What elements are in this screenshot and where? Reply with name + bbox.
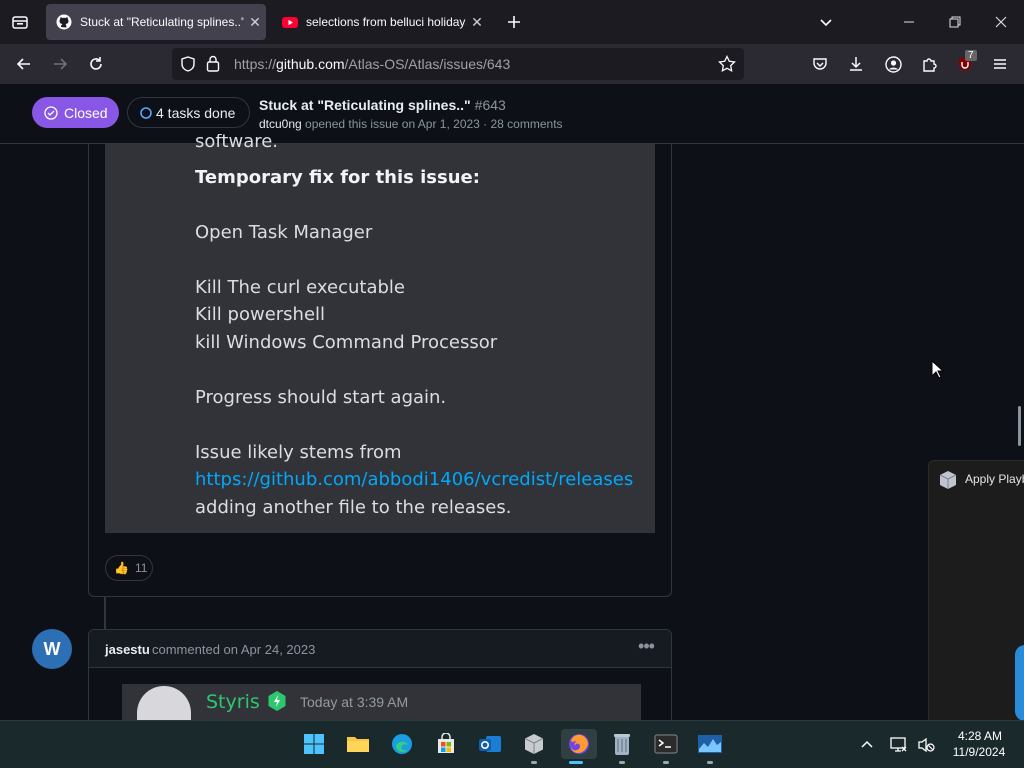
- tab-list-icon[interactable]: [4, 6, 36, 38]
- edge-icon[interactable]: [387, 729, 417, 759]
- ublock-icon[interactable]: 7: [949, 48, 981, 80]
- reaction-count: 11: [134, 561, 148, 575]
- running-indicator: [707, 761, 713, 764]
- closed-label: Closed: [64, 104, 108, 121]
- account-icon[interactable]: [877, 48, 909, 80]
- bookmark-star-icon[interactable]: [718, 55, 736, 73]
- network-icon[interactable]: [890, 737, 908, 753]
- back-icon[interactable]: [8, 48, 40, 80]
- start-icon[interactable]: [299, 729, 329, 759]
- quote-progress: Progress should start again.: [195, 387, 447, 408]
- side-button-edge[interactable]: [1015, 645, 1024, 721]
- file-explorer-icon[interactable]: [343, 729, 373, 759]
- thumbs-up-reaction[interactable]: 👍 11: [105, 555, 153, 581]
- thumbs-up-icon: 👍: [114, 561, 129, 575]
- firefox-icon[interactable]: [561, 729, 597, 764]
- avatar-letter: W: [43, 638, 61, 659]
- store-icon[interactable]: [431, 729, 461, 759]
- reload-icon[interactable]: [80, 48, 112, 80]
- quote-step-3: Kill powershell: [195, 304, 326, 325]
- resource-monitor-icon[interactable]: [695, 729, 725, 764]
- issue-sticky-header: Closed 4 tasks done Stuck at "Reticulati…: [0, 84, 1024, 144]
- closed-state-badge: Closed: [32, 97, 119, 128]
- minimize-icon[interactable]: [886, 0, 932, 44]
- more-options-icon[interactable]: •••: [634, 636, 658, 660]
- issue-meta: dtcu0ng opened this issue on Apr 1, 2023…: [259, 117, 563, 131]
- tab-github-issue[interactable]: Stuck at "Reticulating splines.." · ✕: [46, 4, 266, 40]
- forward-icon[interactable]: [44, 48, 76, 80]
- browser-tab-bar: Stuck at "Reticulating splines.." · ✕ se…: [0, 0, 1024, 44]
- task-circle-icon: [140, 106, 152, 119]
- avatar[interactable]: W: [32, 629, 72, 669]
- download-icon[interactable]: [840, 48, 872, 80]
- running-indicator: [663, 761, 669, 764]
- close-tab-icon[interactable]: ✕: [244, 14, 266, 31]
- timeline-connector: [104, 597, 106, 629]
- quote-step-4: kill Windows Command Processor: [195, 332, 498, 353]
- clock-date[interactable]: 11/9/2024: [946, 745, 1012, 759]
- apply-playbook-label: Apply Playb: [965, 472, 1024, 486]
- recycle-bin-icon[interactable]: [607, 729, 637, 764]
- tab-youtube[interactable]: selections from belluci holidays ✕: [272, 4, 488, 40]
- close-window-icon[interactable]: [978, 0, 1024, 44]
- address-bar[interactable]: https://github.com/Atlas-OS/Atlas/issues…: [172, 48, 744, 80]
- browser-toolbar: https://github.com/Atlas-OS/Atlas/issues…: [0, 44, 1024, 84]
- close-tab-icon[interactable]: ✕: [466, 14, 488, 31]
- youtube-icon: [282, 14, 298, 30]
- system-tray-chevron-icon[interactable]: [860, 737, 874, 751]
- quote-step-1: Open Task Manager: [195, 222, 373, 243]
- quote-line-software: software.: [195, 134, 278, 152]
- running-indicator: [619, 761, 625, 764]
- comment-timestamp[interactable]: commented on Apr 24, 2023: [152, 642, 315, 657]
- extensions-icon[interactable]: [913, 48, 945, 80]
- closed-check-icon: [44, 105, 58, 120]
- issue-author[interactable]: dtcu0ng: [259, 117, 302, 131]
- nitro-badge-icon: [266, 690, 288, 712]
- discord-username: Styris: [206, 691, 260, 713]
- url-text[interactable]: https://github.com/Atlas-OS/Atlas/issues…: [234, 56, 510, 72]
- windows-taskbar: [0, 720, 1024, 768]
- github-icon: [56, 14, 72, 30]
- active-indicator: [569, 761, 583, 764]
- quote-step-2: Kill The curl executable: [195, 277, 405, 298]
- tab-title: Stuck at "Reticulating splines.." ·: [80, 15, 244, 29]
- lock-icon[interactable]: [206, 55, 220, 72]
- ublock-count: 7: [965, 50, 977, 61]
- vcredist-link[interactable]: https://github.com/abbodi1406/vcredist/r…: [195, 469, 633, 490]
- ame-wizard-window[interactable]: Apply Playb: [928, 460, 1024, 724]
- tasks-done-badge[interactable]: 4 tasks done: [127, 97, 250, 128]
- url-scheme: https://: [234, 56, 277, 72]
- mouse-cursor-icon: [931, 360, 945, 380]
- menu-icon[interactable]: [984, 48, 1016, 80]
- tasks-label: 4 tasks done: [156, 104, 236, 121]
- pocket-icon[interactable]: [804, 48, 836, 80]
- discord-timestamp: Today at 3:39 AM: [300, 694, 409, 710]
- quote-stems: Issue likely stems from: [195, 442, 402, 463]
- tab-title: selections from belluci holidays: [306, 15, 466, 29]
- issue-title[interactable]: Stuck at "Reticulating splines.." #643: [259, 97, 506, 113]
- terminal-icon[interactable]: [651, 729, 681, 764]
- ame-wizard-icon[interactable]: [519, 729, 549, 764]
- playbook-icon: [938, 470, 958, 490]
- comment-header: jasestu commented on Apr 24, 2023 •••: [89, 630, 671, 668]
- clock-time[interactable]: 4:28 AM: [950, 729, 1010, 743]
- running-indicator: [531, 761, 537, 764]
- issue-title-text: Stuck at "Reticulating splines..": [259, 97, 471, 113]
- restore-icon[interactable]: [932, 0, 978, 44]
- quote-line-software-text: software.: [195, 134, 279, 152]
- scrollbar-thumb[interactable]: [1018, 406, 1021, 446]
- chevron-down-icon[interactable]: [810, 6, 842, 38]
- issue-meta-text: opened this issue on Apr 1, 2023 · 28 co…: [301, 117, 563, 131]
- url-path: /Atlas-OS/Atlas/issues/643: [344, 56, 511, 72]
- volume-muted-icon[interactable]: [917, 737, 935, 753]
- new-tab-icon[interactable]: [498, 6, 530, 38]
- comment-author[interactable]: jasestu: [105, 642, 150, 657]
- outlook-icon[interactable]: [475, 729, 505, 759]
- quote-heading: Temporary fix for this issue:: [195, 167, 480, 188]
- quote-adding: adding another file to the releases.: [195, 497, 512, 518]
- issue-number: #643: [474, 97, 506, 113]
- shield-icon[interactable]: [180, 56, 196, 72]
- url-host: github.com: [276, 56, 345, 72]
